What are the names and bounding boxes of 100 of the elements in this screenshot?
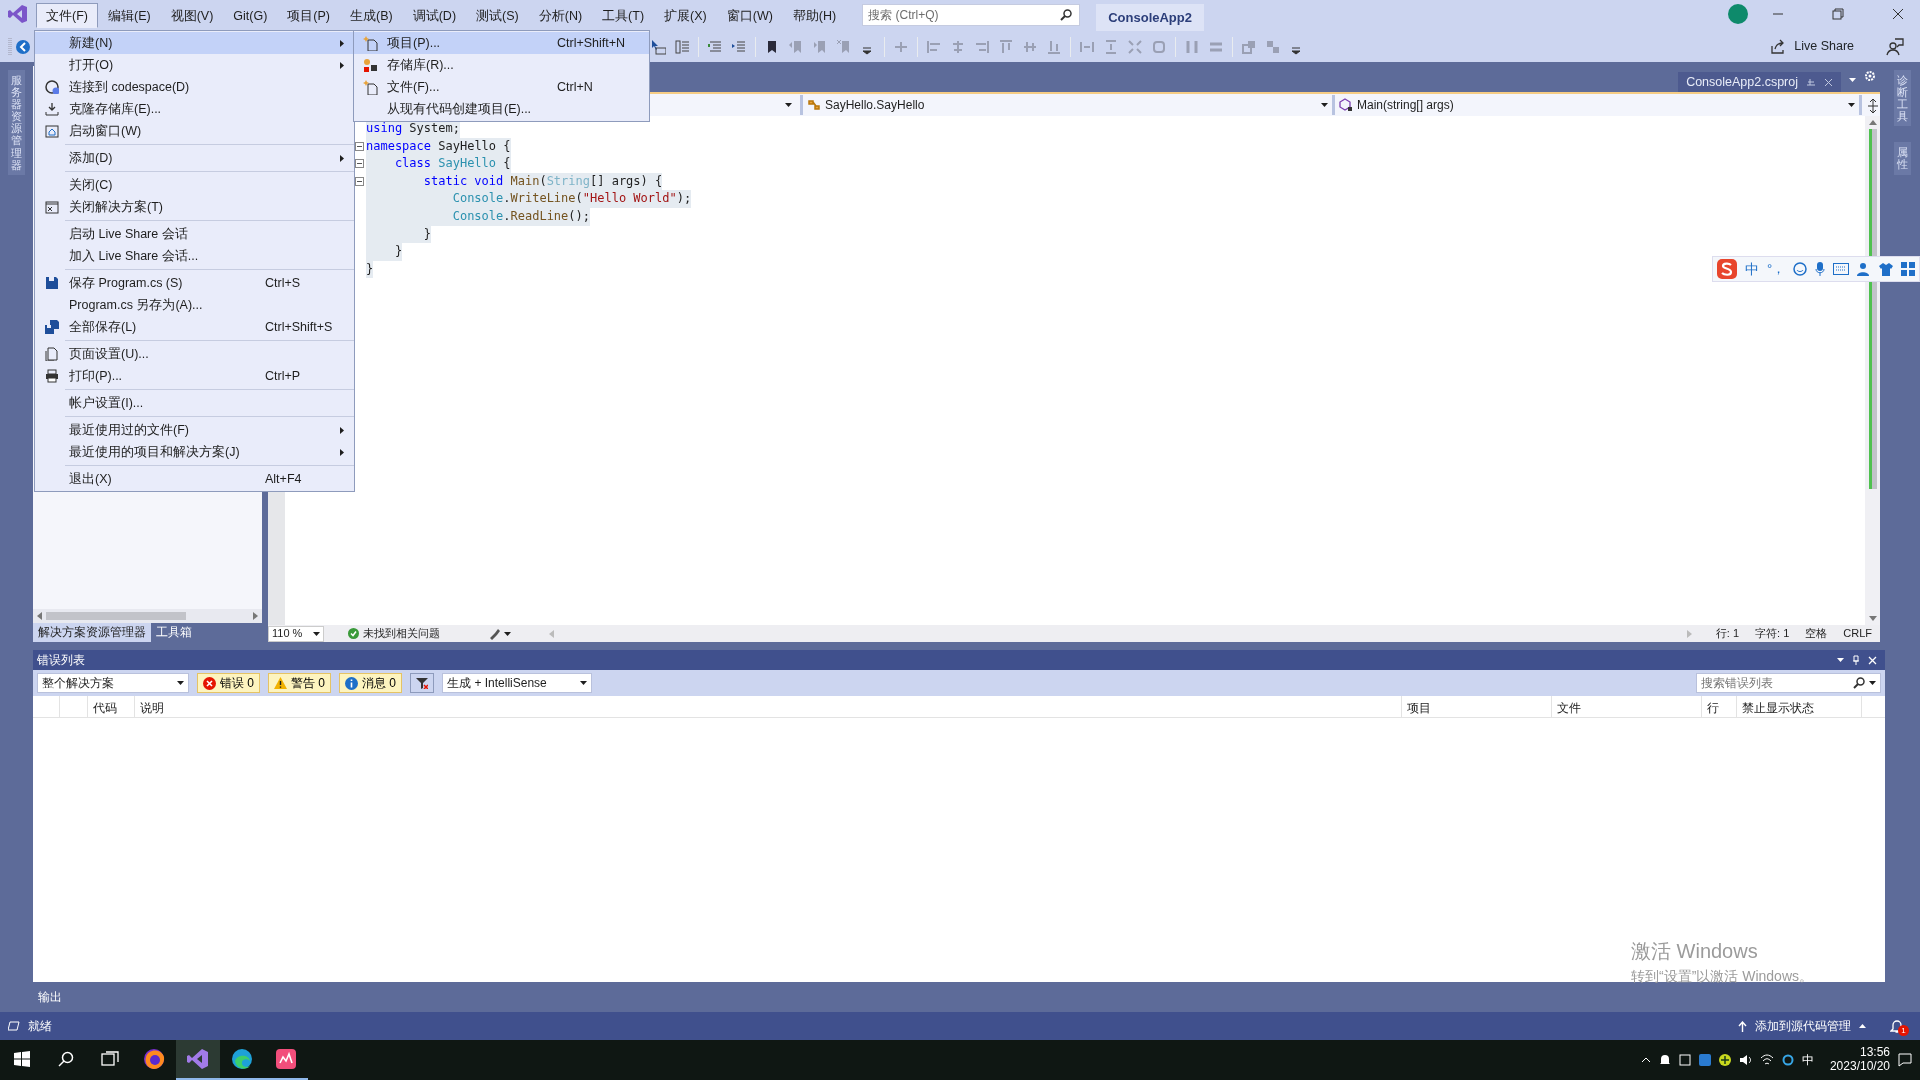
line-ending[interactable]: CRLF [1843,625,1872,642]
tab-list-icon[interactable] [1849,78,1856,82]
settings-icon[interactable] [1864,70,1876,82]
menu-item[interactable]: Git(G) [223,3,278,28]
menu-item[interactable]: 关闭解决方案(T) [35,196,354,218]
source-control-button[interactable]: 添加到源代码管理 [1755,1017,1851,1035]
input-mode[interactable]: 中 [1745,258,1759,280]
collapse-icon[interactable] [355,159,364,169]
menu-item[interactable]: 调试(D) [402,3,467,28]
shirt-icon[interactable] [1879,262,1894,276]
bell-icon[interactable] [1658,1054,1671,1066]
grid-icon[interactable] [1901,262,1916,276]
menu-item[interactable]: 最近使用过的文件(F) [35,419,354,441]
filter-toggle[interactable]: 消息 0 [339,673,403,693]
scroll-up-icon[interactable] [1868,120,1877,125]
scope-dropdown[interactable]: 整个解决方案 [37,673,189,693]
menu-item[interactable]: 启动窗口(W) [35,120,354,142]
taskbar-button[interactable] [176,1040,220,1080]
live-share-button[interactable]: Live Share [1762,33,1862,60]
tool-window-tab[interactable]: 属性 [1894,142,1911,175]
clock-time[interactable]: 13:56 [1829,1046,1890,1060]
speaker-icon[interactable] [1738,1054,1752,1066]
app-tray-icon[interactable] [1698,1054,1711,1066]
filter-toggle[interactable]: 错误 0 [197,673,260,693]
menu-item[interactable]: 加入 Live Share 会话... [35,245,354,267]
back-icon[interactable] [16,39,30,54]
notification-icon[interactable] [1898,1053,1912,1067]
keyboard-icon[interactable] [1833,263,1850,275]
chevron-up-icon[interactable] [1640,1057,1651,1063]
caret-icon[interactable] [313,631,320,636]
scroll-right-icon[interactable] [253,611,258,620]
plus-tray-icon[interactable] [1718,1054,1731,1066]
column-header[interactable]: 项目 [1402,696,1552,717]
caret-icon[interactable] [1321,103,1328,107]
tool-window-tab[interactable]: 诊断工具 [1894,70,1911,127]
column-header[interactable]: 禁止显示状态 [1737,696,1862,717]
column-header[interactable]: 行 [1702,696,1737,717]
person-icon[interactable] [1857,262,1872,276]
menu-item[interactable]: 文件(F) [36,3,98,28]
menu-item[interactable]: 保存 Program.cs (S) Ctrl+S [35,272,354,294]
cursor-box-icon[interactable] [650,38,666,55]
panel-tab[interactable]: 工具箱 [151,622,197,642]
dropdown-icon[interactable] [1837,658,1844,662]
collapse-icon[interactable] [355,141,364,151]
menu-item[interactable]: 项目(P) [277,3,340,28]
bell-icon[interactable] [1890,1019,1904,1033]
column-header[interactable]: 说明 [135,696,1402,717]
menu-item[interactable]: 启动 Live Share 会话 [35,223,354,245]
caret-icon[interactable] [177,681,184,685]
menu-item[interactable]: 新建(N) [35,32,354,54]
menu-item[interactable]: 页面设置(U)... [35,343,354,365]
microphone-icon[interactable] [1815,262,1826,276]
sync-tray-icon[interactable] [1781,1054,1794,1066]
wifi-icon[interactable] [1759,1054,1774,1066]
menu-item[interactable]: 工具(T) [592,3,655,28]
horizontal-scrollbar[interactable] [33,608,262,623]
split-icon[interactable] [1866,98,1880,114]
menu-item[interactable]: 扩展(X) [654,3,717,28]
search-field[interactable]: 搜索 (Ctrl+Q) [862,4,1081,26]
whitespace-mode[interactable]: 空格 [1805,625,1828,642]
menu-item[interactable]: 编辑(E) [97,3,161,28]
feedback-icon[interactable] [1886,37,1904,56]
source-dropdown[interactable]: 生成 + IntelliSense [442,673,593,693]
column-header[interactable]: 文件 [1552,696,1702,717]
menu-item[interactable]: 文件(F)... Ctrl+N [354,76,649,98]
outdent-lines-icon[interactable] [731,38,747,55]
caret-icon[interactable] [504,631,511,636]
menu-item[interactable]: 关闭(C) [35,174,354,196]
scroll-left-icon[interactable] [37,611,42,620]
caret-icon[interactable] [580,681,588,685]
window-icon[interactable] [1678,1054,1691,1066]
menu-item[interactable]: 测试(S) [466,3,529,28]
tool-window-tab[interactable]: 服务器资源管理器 [8,70,25,175]
column-header[interactable]: 代码 [88,696,135,717]
menu-item[interactable]: 分析(N) [528,3,593,28]
panel-tab[interactable]: 解决方案资源管理器 [33,622,151,642]
search-icon[interactable] [58,1051,74,1067]
pin-icon[interactable] [1806,77,1816,87]
close-icon[interactable] [1892,8,1904,20]
restore-icon[interactable] [1832,8,1844,20]
menu-item[interactable]: 添加(D) [35,147,354,169]
brush-icon[interactable] [488,627,500,640]
clock-date[interactable]: 2023/10/20 [1829,1060,1890,1074]
menu-item[interactable]: 连接到 codespace(D) [35,76,354,98]
menu-item[interactable]: 存储库(R)... [354,54,649,76]
search-icon[interactable] [1060,9,1073,21]
issues-status[interactable]: 未找到相关问题 [363,625,440,642]
menu-item[interactable]: 帐户设置(I)... [35,392,354,414]
start-icon[interactable] [14,1051,30,1067]
menu-item[interactable]: 生成(B) [340,3,403,28]
task-view-icon[interactable] [101,1051,119,1067]
scroll-down-icon[interactable] [1868,616,1877,621]
avatar-icon[interactable] [1728,4,1748,24]
filter-button[interactable] [410,673,435,693]
collapse-icon[interactable] [355,177,364,187]
menu-item[interactable]: 打开(O) [35,54,354,76]
menu-item[interactable]: 从现有代码创建项目(E)... [354,98,649,120]
menu-item[interactable]: 退出(X) Alt+F4 [35,468,354,490]
indent-lines-icon[interactable] [707,38,723,55]
menu-item[interactable]: 视图(V) [160,3,224,28]
